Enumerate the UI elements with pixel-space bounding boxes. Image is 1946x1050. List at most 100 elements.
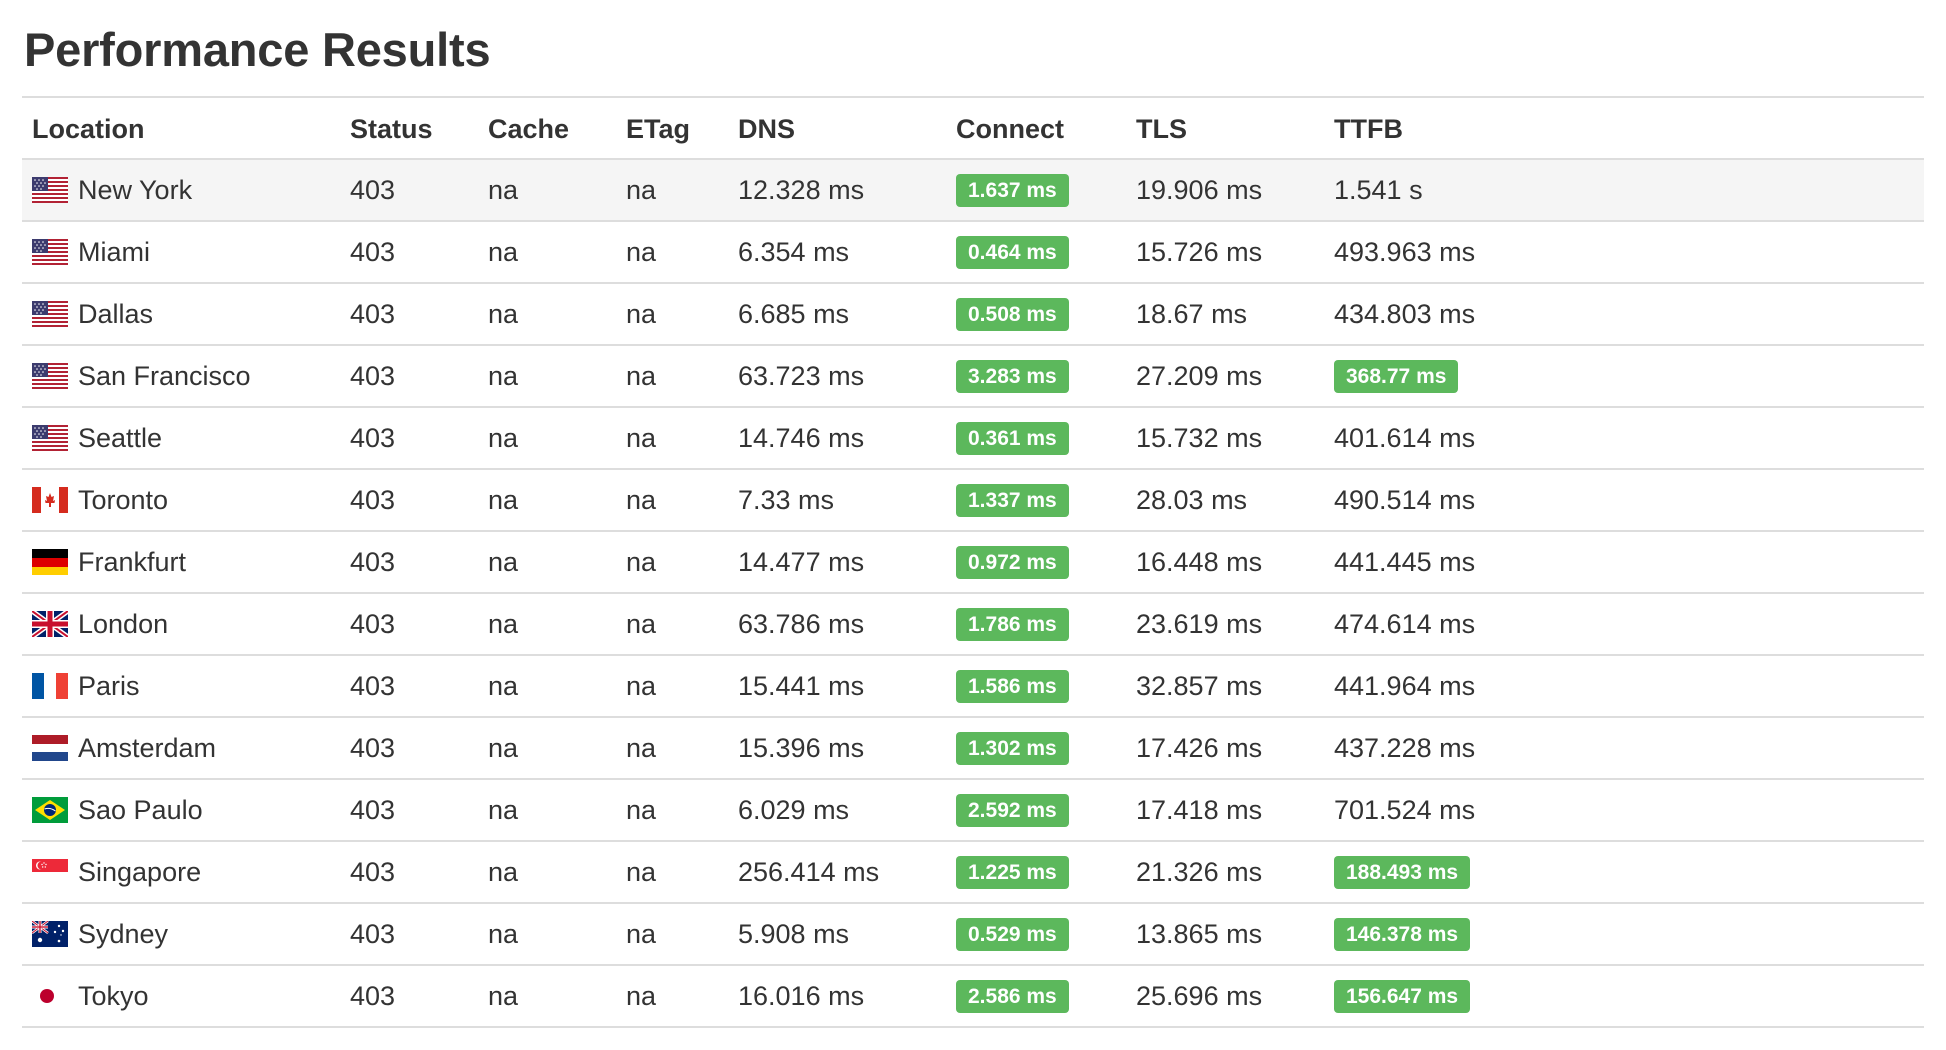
cell-cache: na	[488, 856, 519, 887]
cell-connect: 0.464 ms	[946, 221, 1126, 283]
fr-flag-icon	[32, 673, 68, 699]
cell-location: Seattle	[22, 407, 340, 469]
column-header-ttfb: TTFB	[1334, 113, 1403, 144]
cell-ttfb: 146.378 ms	[1324, 903, 1924, 965]
connect-badge: 0.529 ms	[956, 918, 1069, 951]
jp-flag-icon	[32, 983, 68, 1009]
location-name: Sydney	[78, 918, 169, 949]
cell-status: 403	[350, 174, 396, 205]
location-name: Seattle	[78, 422, 163, 453]
au-flag-icon	[32, 921, 68, 947]
page-title: Performance Results	[24, 23, 491, 76]
cell-etag: na	[626, 546, 657, 577]
cell-cache: na	[488, 608, 519, 639]
location-name: Toronto	[78, 484, 169, 515]
ttfb-badge: 146.378 ms	[1334, 918, 1471, 951]
us-flag-icon	[32, 177, 68, 203]
cell-connect: 0.529 ms	[946, 903, 1126, 965]
connect-badge: 2.592 ms	[956, 794, 1069, 827]
cell-connect: 1.586 ms	[946, 655, 1126, 717]
cell-tls: 17.426 ms	[1136, 732, 1263, 763]
cell-connect: 2.592 ms	[946, 779, 1126, 841]
location-name: Dallas	[78, 298, 154, 329]
cell-tls: 28.03 ms	[1136, 484, 1248, 515]
connect-badge: 1.225 ms	[956, 856, 1069, 889]
cell-status: 403	[350, 608, 396, 639]
cell-status: 403	[350, 484, 396, 515]
cell-tls: 15.726 ms	[1136, 236, 1263, 267]
table-row: Paris 403 na na 15.441 ms 1.586 ms 32.857 ms 44…	[22, 655, 1924, 717]
connect-badge: 3.283 ms	[956, 360, 1069, 393]
cell-etag: na	[626, 298, 657, 329]
ttfb-value: 441.964 ms	[1334, 670, 1476, 701]
table-row: London 403 na na 63.786 ms 1.786 ms 23.619 ms 4…	[22, 593, 1924, 655]
cell-cache: na	[488, 670, 519, 701]
us-flag-icon	[32, 239, 68, 265]
sg-flag-icon	[32, 859, 68, 885]
cell-location: Miami	[22, 221, 340, 283]
cell-tls: 17.418 ms	[1136, 794, 1263, 825]
cell-cache: na	[488, 980, 519, 1011]
connect-badge: 1.637 ms	[956, 174, 1069, 207]
table-row: New York 403 na na 12.328 ms 1.637 ms 19.906 m…	[22, 159, 1924, 221]
cell-tls: 21.326 ms	[1136, 856, 1263, 887]
ttfb-value: 493.963 ms	[1334, 236, 1476, 267]
cell-etag: na	[626, 794, 657, 825]
connect-badge: 1.586 ms	[956, 670, 1069, 703]
cell-connect: 1.786 ms	[946, 593, 1126, 655]
cell-connect: 0.508 ms	[946, 283, 1126, 345]
cell-etag: na	[626, 670, 657, 701]
cell-status: 403	[350, 918, 396, 949]
cell-cache: na	[488, 918, 519, 949]
column-header-dns: DNS	[738, 113, 796, 144]
column-header-tls: TLS	[1136, 113, 1187, 144]
table-row: San Francisco 403 na na 63.723 ms 3.283 ms 27.…	[22, 345, 1924, 407]
location-name: San Francisco	[78, 360, 251, 391]
cell-location: Amsterdam	[22, 717, 340, 779]
cell-cache: na	[488, 732, 519, 763]
cell-location: San Francisco	[22, 345, 340, 407]
cell-status: 403	[350, 732, 396, 763]
table-row: Sydney 403 na na 5.908 ms 0.529 ms 13.865 ms 14…	[22, 903, 1924, 965]
cell-ttfb: 474.614 ms	[1324, 593, 1924, 655]
cell-tls: 19.906 ms	[1136, 174, 1263, 205]
cell-ttfb: 368.77 ms	[1324, 345, 1924, 407]
cell-status: 403	[350, 236, 396, 267]
cell-tls: 13.865 ms	[1136, 918, 1263, 949]
cell-dns: 6.354 ms	[738, 236, 850, 267]
cell-status: 403	[350, 670, 396, 701]
cell-etag: na	[626, 732, 657, 763]
cell-status: 403	[350, 422, 396, 453]
cell-status: 403	[350, 360, 396, 391]
cell-cache: na	[488, 422, 519, 453]
cell-ttfb: 490.514 ms	[1324, 469, 1924, 531]
location-name: Paris	[78, 670, 140, 701]
cell-dns: 12.328 ms	[738, 174, 865, 205]
cell-ttfb: 1.541 s	[1324, 159, 1924, 221]
cell-etag: na	[626, 484, 657, 515]
cell-tls: 16.448 ms	[1136, 546, 1263, 577]
table-row: Sao Paulo 403 na na 6.029 ms 2.592 ms 17.418 m…	[22, 779, 1924, 841]
table-row: Toronto 403 na na 7.33 ms 1.337 ms 28.03 ms 490…	[22, 469, 1924, 531]
connect-badge: 0.972 ms	[956, 546, 1069, 579]
cell-ttfb: 437.228 ms	[1324, 717, 1924, 779]
cell-ttfb: 401.614 ms	[1324, 407, 1924, 469]
cell-ttfb: 493.963 ms	[1324, 221, 1924, 283]
location-name: Amsterdam	[78, 732, 217, 763]
cell-cache: na	[488, 236, 519, 267]
cell-dns: 6.685 ms	[738, 298, 850, 329]
ttfb-badge: 156.647 ms	[1334, 980, 1471, 1013]
cell-connect: 1.302 ms	[946, 717, 1126, 779]
cell-connect: 0.361 ms	[946, 407, 1126, 469]
cell-ttfb: 441.964 ms	[1324, 655, 1924, 717]
cell-dns: 256.414 ms	[738, 856, 880, 887]
connect-badge: 1.337 ms	[956, 484, 1069, 517]
cell-dns: 15.441 ms	[738, 670, 865, 701]
cell-dns: 6.029 ms	[738, 794, 850, 825]
us-flag-icon	[32, 425, 68, 451]
location-name: Frankfurt	[78, 546, 187, 577]
gb-flag-icon	[32, 611, 68, 637]
ttfb-value: 1.541 s	[1334, 174, 1423, 205]
cell-location: Tokyo	[22, 965, 340, 1027]
cell-etag: na	[626, 236, 657, 267]
